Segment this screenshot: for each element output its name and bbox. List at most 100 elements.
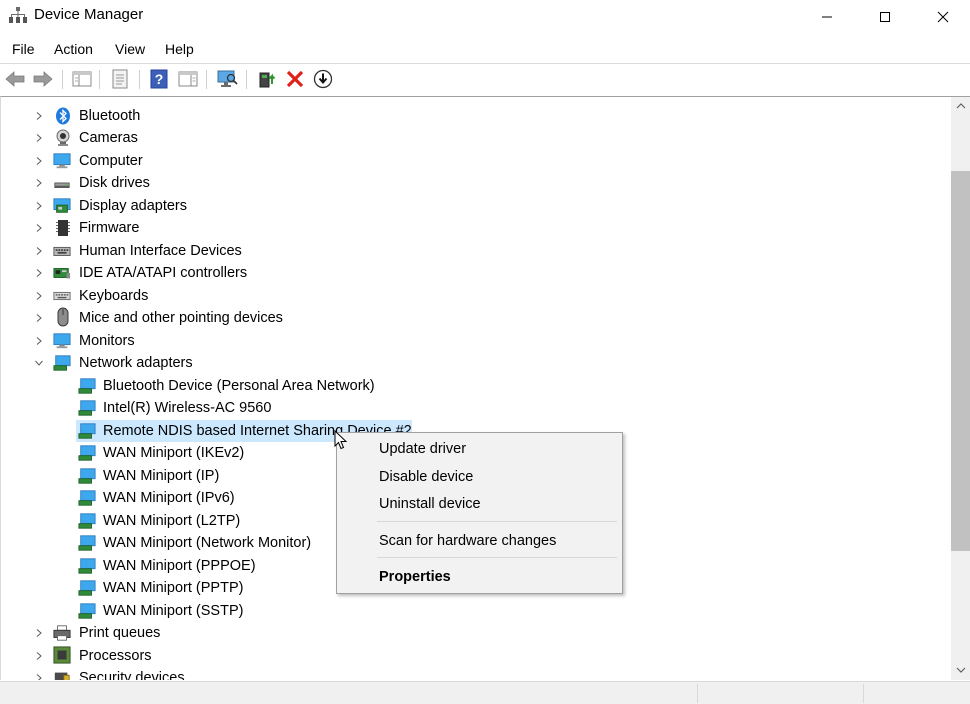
chevron-right-icon[interactable] — [34, 111, 44, 121]
device-item[interactable]: WAN Miniport (SSTP) — [1, 600, 931, 622]
tree-item-label: Disk drives — [79, 175, 150, 191]
chevron-right-icon[interactable] — [34, 313, 44, 323]
tree-item-label: Monitors — [79, 333, 135, 349]
chevron-right-icon[interactable] — [34, 156, 44, 166]
maximize-button[interactable] — [856, 0, 914, 33]
network-adapter-icon — [78, 557, 96, 575]
chevron-right-icon[interactable] — [34, 246, 44, 256]
tree-item-disk-drives[interactable]: Disk drives — [1, 172, 931, 194]
disable-button[interactable] — [312, 68, 334, 90]
tree-item-display-adapters[interactable]: Display adapters — [1, 195, 931, 217]
svg-text:?: ? — [155, 71, 164, 87]
menu-action[interactable]: Action — [54, 41, 93, 57]
tree-item-label: IDE ATA/ATAPI controllers — [79, 265, 248, 281]
tree-item-network-adapters[interactable]: Network adapters — [1, 352, 931, 374]
disable-icon — [313, 69, 333, 89]
show-hide-action-pane-button[interactable] — [177, 68, 199, 90]
menu-file[interactable]: File — [12, 41, 35, 57]
vertical-scrollbar[interactable] — [951, 97, 970, 680]
chevron-right-icon[interactable] — [34, 178, 44, 188]
close-button[interactable] — [914, 0, 970, 33]
show-hide-console-tree-icon — [72, 71, 92, 87]
device-manager-icon — [9, 6, 27, 24]
uninstall-device-menu-item[interactable]: Uninstall device — [337, 493, 622, 517]
chevron-right-icon[interactable] — [34, 628, 44, 638]
device-item-label: WAN Miniport (PPTP) — [103, 580, 244, 596]
tree-item-print-queues[interactable]: Print queues — [1, 622, 931, 644]
security-device-icon — [53, 669, 71, 680]
network-adapter-icon — [78, 399, 96, 417]
tree-item-firmware[interactable]: Firmware — [1, 217, 931, 239]
firmware-icon — [54, 219, 72, 237]
maximize-icon — [880, 11, 890, 22]
tree-item-computer[interactable]: Computer — [1, 150, 931, 172]
chevron-right-icon[interactable] — [34, 268, 44, 278]
chevron-right-icon[interactable] — [34, 651, 44, 661]
network-adapter-icon — [78, 377, 96, 395]
tree-item-label: Cameras — [79, 130, 138, 146]
hid-icon — [53, 242, 71, 260]
chevron-right-icon[interactable] — [34, 291, 44, 301]
window-title: Device Manager — [34, 6, 144, 23]
forward-icon — [33, 71, 53, 87]
scan-hardware-button[interactable] — [216, 68, 238, 90]
tree-item-cameras[interactable]: Cameras — [1, 127, 931, 149]
device-item[interactable]: Bluetooth Device (Personal Area Network) — [1, 375, 931, 397]
forward-button[interactable] — [32, 68, 54, 90]
device-item[interactable]: Intel(R) Wireless-AC 9560 — [1, 397, 931, 419]
properties-menu-item[interactable]: Properties — [337, 566, 622, 590]
tree-item-label: Network adapters — [79, 355, 193, 371]
context-menu: Update driver Disable device Uninstall d… — [336, 432, 623, 594]
uninstall-button[interactable] — [284, 68, 306, 90]
back-button[interactable] — [4, 68, 26, 90]
device-item-label: WAN Miniport (IP) — [103, 468, 220, 484]
scroll-up-button[interactable] — [951, 97, 970, 115]
tree-item-human-interface-devices[interactable]: Human Interface Devices — [1, 240, 931, 262]
minimize-button[interactable] — [798, 0, 856, 33]
chevron-right-icon[interactable] — [34, 133, 44, 143]
help-button[interactable]: ? — [148, 68, 170, 90]
tree-item-security-devices[interactable]: Security devices — [1, 667, 931, 680]
tree-item-ide-controllers[interactable]: IDE ATA/ATAPI controllers — [1, 262, 931, 284]
network-adapter-icon — [78, 444, 96, 462]
menu-help[interactable]: Help — [165, 41, 194, 57]
computer-icon — [53, 152, 71, 170]
tree-item-processors[interactable]: Processors — [1, 645, 931, 667]
menu-view[interactable]: View — [115, 41, 145, 57]
chevron-right-icon[interactable] — [34, 201, 44, 211]
chevron-right-icon[interactable] — [34, 336, 44, 346]
update-driver-button[interactable] — [256, 68, 278, 90]
scrollbar-thumb[interactable] — [951, 171, 970, 551]
network-adapter-icon — [78, 422, 96, 440]
update-driver-menu-item[interactable]: Update driver — [337, 438, 622, 462]
show-hide-console-tree-button[interactable] — [71, 68, 93, 90]
device-item-label: Bluetooth Device (Personal Area Network) — [103, 378, 375, 394]
menu-bar: File Action View Help — [0, 38, 970, 62]
disable-device-menu-item[interactable]: Disable device — [337, 466, 622, 490]
properties-icon — [112, 69, 128, 89]
menu-item-label: Disable device — [379, 469, 474, 485]
status-segment — [863, 684, 970, 703]
tree-item-monitors[interactable]: Monitors — [1, 330, 931, 352]
chevron-down-icon[interactable] — [34, 358, 44, 368]
tree-item-bluetooth[interactable]: Bluetooth — [1, 105, 931, 127]
tree-item-mice[interactable]: Mice and other pointing devices — [1, 307, 931, 329]
device-item-label: WAN Miniport (IKEv2) — [103, 445, 245, 461]
device-item-label: WAN Miniport (IPv6) — [103, 490, 235, 506]
network-adapter-icon — [53, 354, 71, 372]
scroll-down-button[interactable] — [951, 661, 970, 679]
chevron-right-icon[interactable] — [34, 673, 44, 680]
network-adapter-icon — [78, 467, 96, 485]
device-item-label: WAN Miniport (Network Monitor) — [103, 535, 312, 551]
status-segment — [697, 684, 863, 703]
chevron-right-icon[interactable] — [34, 223, 44, 233]
ide-controller-icon — [53, 264, 71, 282]
properties-button[interactable] — [109, 68, 131, 90]
menu-separator — [377, 557, 617, 558]
bluetooth-icon — [54, 107, 72, 125]
scan-hardware-menu-item[interactable]: Scan for hardware changes — [337, 530, 622, 554]
chevron-up-icon — [956, 103, 966, 109]
tree-item-keyboards[interactable]: Keyboards — [1, 285, 931, 307]
device-manager-window: Device Manager File Action View Help ? B… — [0, 0, 970, 704]
menu-separator — [377, 521, 617, 522]
